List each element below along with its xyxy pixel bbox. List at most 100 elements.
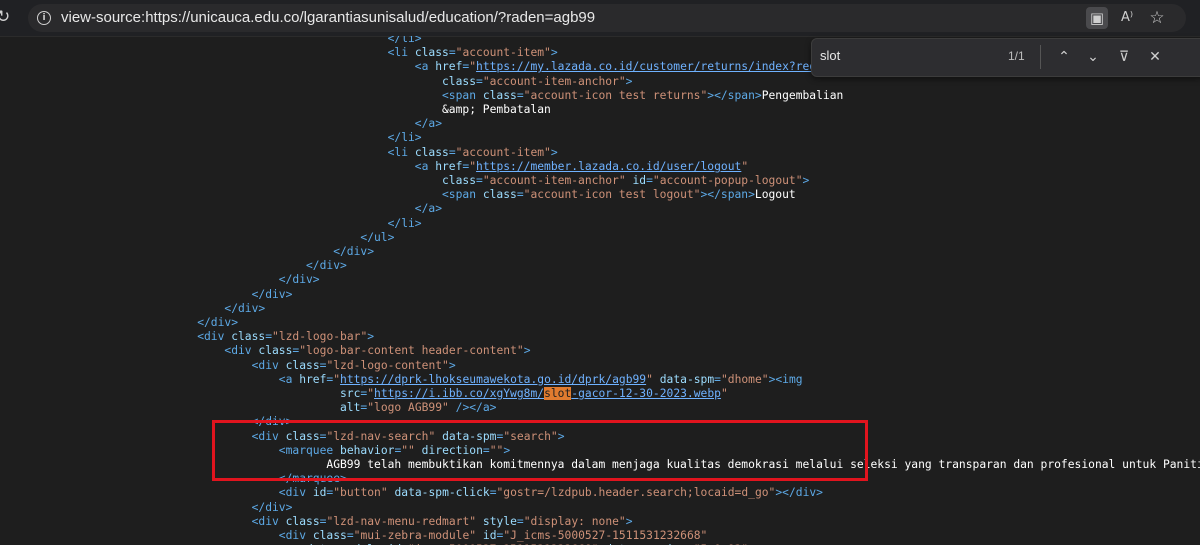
source-token: data-spm-click — [394, 486, 490, 500]
source-token: </li> — [387, 131, 422, 145]
source-line: </div> — [252, 501, 293, 515]
source-token: </div> — [251, 287, 293, 301]
source-line: </li> — [388, 36, 422, 46]
source-token — [476, 529, 483, 542]
source-token: "account-item-anchor" — [482, 174, 626, 187]
reload-icon[interactable]: ↻ — [0, 7, 16, 27]
source-token: ></span> — [700, 188, 755, 202]
source-token: </div> — [251, 500, 293, 514]
immersive-reader-icon[interactable]: ▣ — [1086, 7, 1108, 29]
source-token: class — [442, 74, 477, 88]
source-token: "lzd-logo-bar" — [272, 330, 368, 344]
source-token: "lzd-logo-content" — [326, 358, 449, 372]
source-token: = — [448, 46, 456, 60]
source-token[interactable]: -gacor-12-30-2023.webp — [571, 387, 721, 400]
source-token: " — [646, 372, 653, 386]
source-token: "display: none" — [523, 514, 626, 528]
source-token: id — [632, 174, 647, 187]
source-token: /></a> — [448, 401, 497, 415]
source-token: " — [367, 387, 375, 400]
source-token: class — [482, 88, 517, 102]
source-token: <a — [414, 60, 436, 74]
source-token: <li — [387, 46, 415, 60]
source-line: <div id="button" data-spm-click="gostr=/… — [279, 486, 823, 500]
address-url[interactable]: view-source:https://unicauca.edu.co/lgar… — [61, 9, 595, 26]
source-line: <li class="account-item"> — [388, 146, 558, 160]
source-token: "account-icon test logout" — [523, 188, 701, 202]
source-token: > — [802, 174, 810, 187]
source-token: alt — [340, 401, 361, 415]
source-token: "dhome" — [720, 372, 769, 386]
source-line: </div> — [306, 259, 347, 273]
source-token[interactable]: https://member.lazada.co.id/user/logout — [476, 160, 741, 173]
source-token: > — [550, 145, 558, 159]
source-token: id — [312, 486, 327, 500]
source-token: </li> — [387, 216, 422, 230]
source-token[interactable]: https://dprk-lhokseumawekota.go.id/dprk/… — [340, 373, 646, 386]
source-line: <div class="lzd-nav-menu-redmart" style=… — [252, 515, 633, 529]
source-line: </div> — [252, 288, 293, 302]
source-line: </ul> — [360, 231, 394, 245]
source-token: class — [414, 46, 449, 60]
source-token: "account-item-anchor" — [482, 74, 626, 88]
source-line: <div class="lzd-logo-content"> — [252, 359, 456, 373]
find-separator — [1040, 45, 1041, 69]
next-match-icon[interactable]: ⌄ — [1082, 46, 1104, 68]
source-token: class — [285, 514, 320, 528]
browser-toolbar: ↻ i view-source:https://unicauca.edu.co/… — [0, 0, 1200, 37]
source-token: href — [435, 159, 463, 173]
source-token: = — [265, 330, 273, 344]
source-line: </li> — [388, 217, 422, 231]
source-token: <div — [224, 344, 259, 358]
source-token: "J_icms-5000527-1511531232668" — [503, 529, 708, 542]
source-token — [476, 515, 483, 528]
source-token: </a> — [414, 117, 443, 131]
find-input[interactable]: slot — [820, 48, 840, 63]
source-token: </div> — [278, 273, 320, 287]
source-token: </li> — [387, 36, 422, 45]
source-token: "account-item" — [455, 145, 551, 159]
source-token: = — [346, 529, 354, 542]
source-token: Pengembalian — [761, 88, 844, 102]
source-token: <span — [442, 188, 483, 202]
source-token: class — [285, 358, 320, 372]
source-line: </div> — [224, 302, 265, 316]
source-line: <li class="account-item"> — [388, 46, 558, 60]
source-token[interactable]: https://i.ibb.co/xgYwg8m/ — [374, 387, 544, 400]
favorite-star-icon[interactable]: ☆ — [1146, 7, 1168, 29]
source-token: > — [550, 46, 558, 60]
source-token: &amp; Pembatalan — [442, 103, 551, 116]
source-token: "account-item" — [455, 46, 551, 60]
source-token: "account-icon test returns" — [523, 88, 708, 102]
source-line: <span class="account-icon test logout"><… — [442, 188, 796, 202]
source-token: <li — [387, 145, 415, 159]
source-line: </a> — [415, 202, 442, 216]
filter-icon[interactable]: ⊽ — [1113, 46, 1135, 68]
source-token: src — [340, 387, 361, 400]
source-token: class — [312, 529, 347, 542]
source-token: class — [231, 330, 266, 344]
source-line: </a> — [415, 117, 442, 131]
source-token: <a — [278, 372, 300, 386]
close-icon[interactable]: ✕ — [1144, 46, 1166, 68]
source-token: style — [482, 514, 517, 528]
source-token: ><img — [768, 372, 803, 386]
annotation-highlight-box — [212, 420, 868, 481]
source-token: <div — [197, 330, 232, 344]
address-bar[interactable]: i view-source:https://unicauca.edu.co/lg… — [28, 4, 1186, 32]
source-token: "logo AGB99" — [367, 401, 449, 415]
search-match-highlight: slot — [544, 387, 572, 400]
source-token: > — [367, 330, 375, 344]
source-token: <a — [414, 159, 436, 173]
source-token: > — [448, 358, 456, 372]
source-line: src="https://i.ibb.co/xgYwg8m/slot-gacor… — [340, 387, 728, 401]
source-line: <span class="account-icon test returns">… — [442, 89, 843, 103]
read-aloud-icon[interactable]: A⁾ — [1116, 7, 1138, 29]
source-token: "account-popup-logout" — [652, 174, 803, 187]
site-info-icon[interactable]: i — [37, 11, 51, 25]
source-line: </li> — [388, 131, 422, 145]
source-token: " — [741, 159, 749, 173]
source-line: </div> — [197, 316, 238, 330]
previous-match-icon[interactable]: ⌃ — [1053, 46, 1075, 68]
source-token: "gostr=/lzdpub.header.search;locaid=d_go… — [496, 486, 776, 500]
